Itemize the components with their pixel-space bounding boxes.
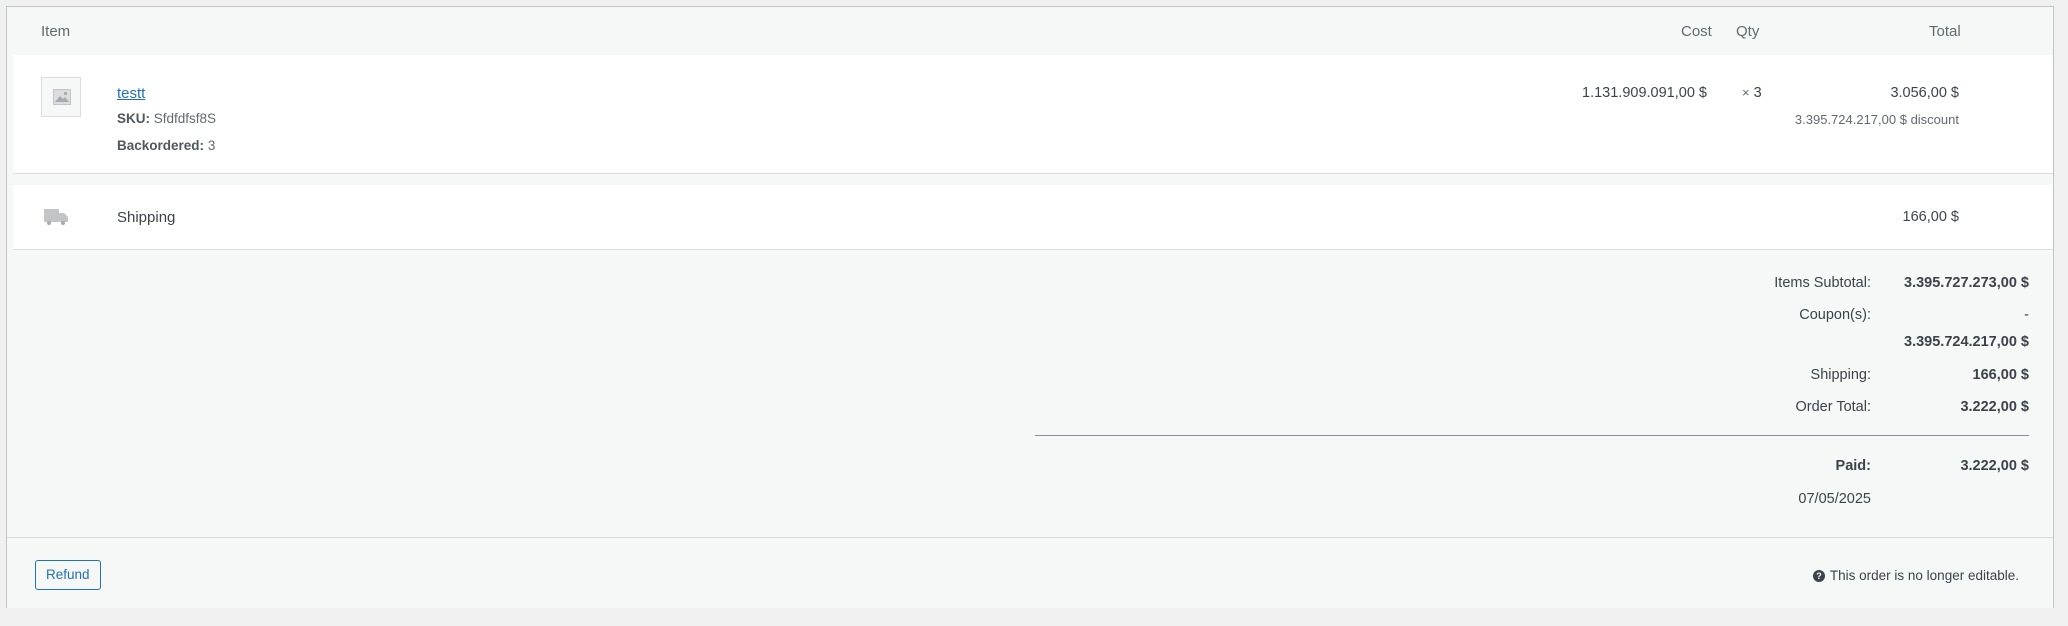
shipping-total-value: 166,00 $: [1972, 367, 2029, 383]
coupons-label: Coupon(s):: [1799, 307, 1871, 323]
help-icon: ?: [1812, 570, 1825, 582]
col-total-header: Total: [1929, 23, 1961, 40]
items-table-header: Item Cost Qty Total: [7, 7, 2053, 55]
sku-value: Sfdfdfsf8S: [153, 111, 217, 126]
order-total-label: Order Total:: [1795, 399, 1872, 415]
qty-multiplier: ×: [1742, 85, 1750, 100]
order-total-value: 3.222,00 $: [1960, 399, 2029, 415]
product-backordered: Backordered: 3: [117, 138, 215, 153]
backordered-label: Backordered:: [117, 138, 205, 153]
image-placeholder-icon: [53, 89, 71, 105]
totals-divider: [1035, 435, 2029, 436]
line-item-qty: × 3: [1742, 85, 1762, 101]
not-editable-note: ? This order is no longer editable.: [1812, 568, 2019, 583]
svg-text:?: ?: [1816, 571, 1822, 581]
not-editable-text: This order is no longer editable.: [1829, 568, 2019, 583]
paid-label: Paid:: [1835, 458, 1871, 474]
shipping-line-total: 166,00 $: [1902, 209, 1959, 225]
product-thumbnail: [41, 77, 81, 117]
col-qty-header: Qty: [1736, 23, 1760, 40]
line-item-total: 3.056,00 $: [1890, 85, 1959, 101]
line-item-discount: 3.395.724.217,00 $ discount: [1794, 112, 1959, 127]
col-cost-header: Cost: [1681, 23, 1712, 40]
paid-date: 07/05/2025: [1798, 491, 1871, 507]
order-actions-footer: Refund ? This order is no longer editabl…: [7, 537, 2053, 608]
line-item-cost: 1.131.909.091,00 $: [1582, 85, 1707, 101]
discount-value: 3.395.724.217,00 $: [1904, 334, 2029, 350]
refund-button[interactable]: Refund: [35, 560, 101, 590]
shipping-line-label: Shipping: [117, 209, 176, 226]
order-items-panel: Item Cost Qty Total testt SKU: Sfdfdfsf8…: [6, 6, 2054, 608]
items-subtotal-value: 3.395.727.273,00 $: [1904, 275, 2029, 291]
shipping-line-row: Shipping 166,00 $: [13, 185, 2053, 250]
shipping-total-label: Shipping:: [1810, 367, 1871, 383]
sku-label: SKU:: [117, 111, 150, 126]
coupons-value: -: [2024, 307, 2029, 323]
backordered-value: 3: [207, 138, 216, 153]
items-subtotal-label: Items Subtotal:: [1774, 275, 1871, 291]
paid-value: 3.222,00 $: [1960, 458, 2029, 474]
qty-value: 3: [1753, 85, 1762, 101]
truck-icon: [44, 209, 68, 225]
line-item-row: testt SKU: Sfdfdfsf8S Backordered: 3 1.1…: [13, 55, 2053, 174]
col-item-header: Item: [41, 23, 71, 40]
product-name-link[interactable]: testt: [117, 85, 145, 102]
product-sku: SKU: Sfdfdfsf8S: [117, 111, 216, 126]
